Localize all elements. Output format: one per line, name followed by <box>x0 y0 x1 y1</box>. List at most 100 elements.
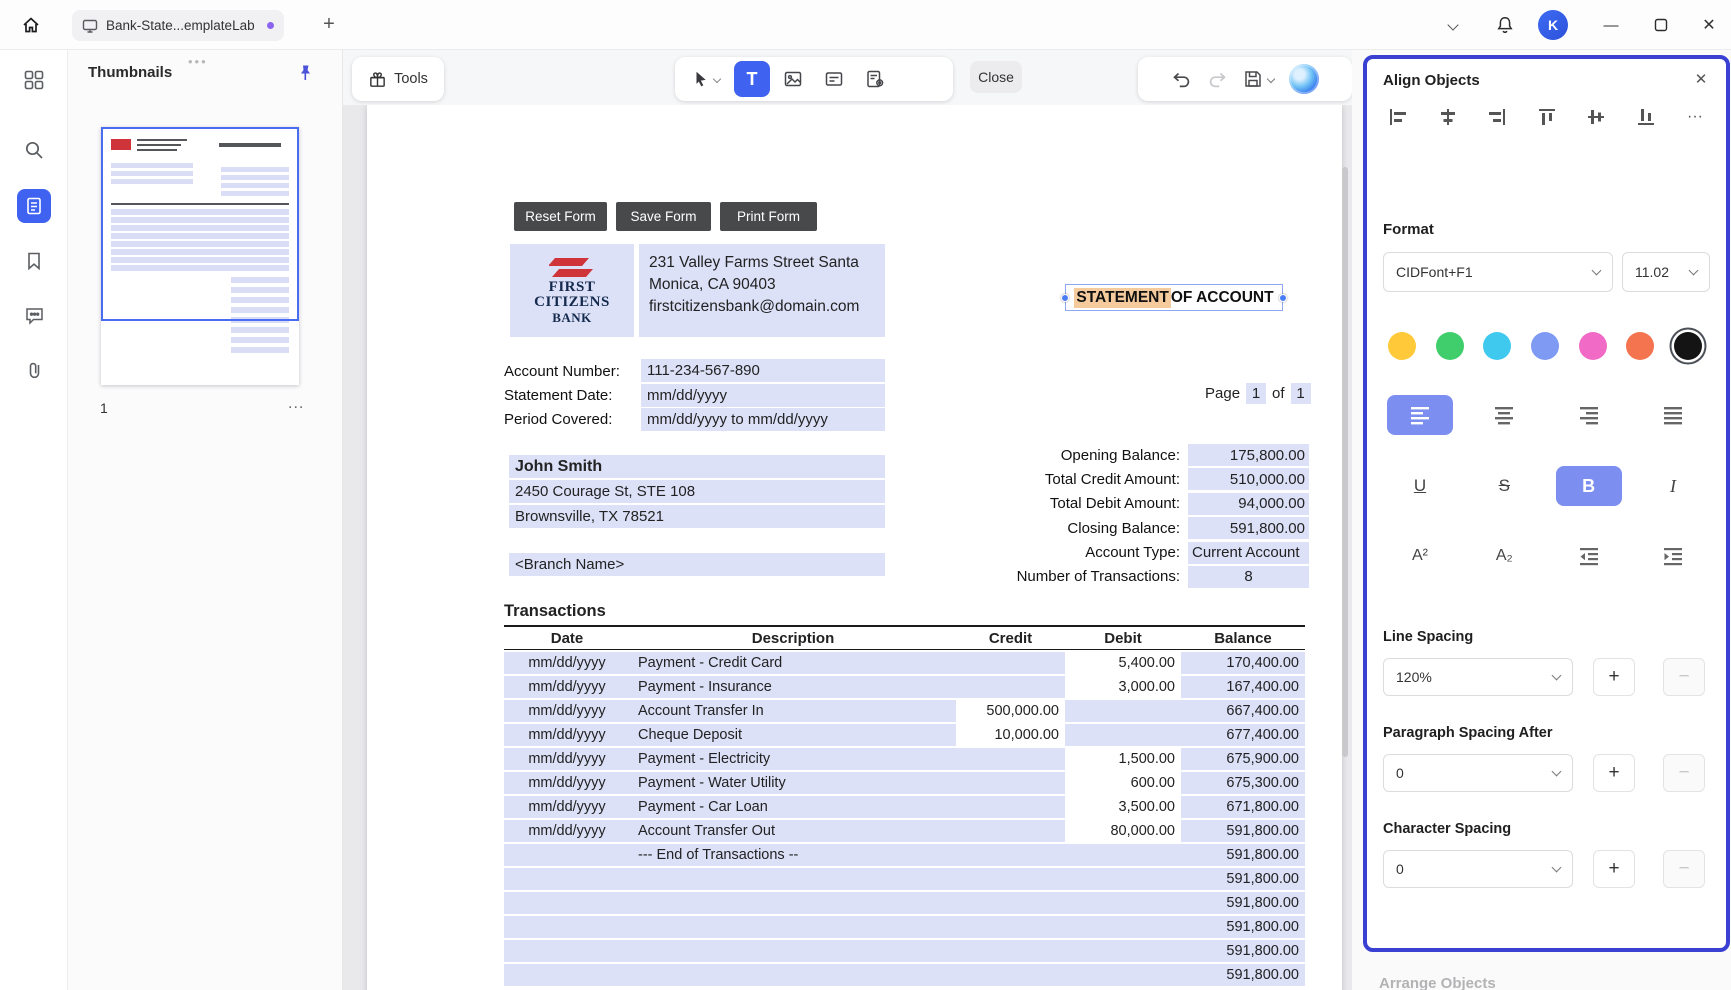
italic-button[interactable]: I <box>1639 466 1706 506</box>
summary-value-field[interactable]: 510,000.00 <box>1188 468 1309 491</box>
summary-value-field[interactable]: Current Account <box>1188 541 1309 564</box>
table-cell-field[interactable] <box>956 820 1065 842</box>
summary-value-field[interactable]: 94,000.00 <box>1188 492 1309 515</box>
summary-value-field[interactable]: 8 <box>1188 565 1309 588</box>
color-swatch-orange[interactable] <box>1626 332 1655 360</box>
table-cell-field[interactable] <box>504 940 630 962</box>
ai-assistant-button[interactable] <box>1289 64 1319 94</box>
table-cell-field[interactable]: 591,800.00 <box>1181 964 1305 986</box>
table-cell-field[interactable] <box>1065 724 1181 746</box>
more-align-options-button[interactable]: ··· <box>1682 104 1708 130</box>
table-cell-field[interactable]: 671,800.00 <box>1181 796 1305 818</box>
minimize-button[interactable]: — <box>1596 10 1626 40</box>
table-cell-field[interactable] <box>504 964 630 986</box>
table-cell-field[interactable]: 675,300.00 <box>1181 772 1305 794</box>
paragraph-spacing-select[interactable]: 0 <box>1383 754 1573 792</box>
table-cell-field[interactable] <box>630 964 956 986</box>
align-top-button[interactable] <box>1534 104 1560 130</box>
table-cell-field[interactable]: 675,900.00 <box>1181 748 1305 770</box>
statement-date-field[interactable]: mm/dd/yyyy <box>641 384 885 407</box>
page-field-tool-button[interactable] <box>857 61 893 97</box>
table-cell-field[interactable]: 10,000.00 <box>956 724 1065 746</box>
table-cell-field[interactable] <box>630 916 956 938</box>
tabs-dropdown-button[interactable] <box>1438 10 1468 40</box>
table-cell-field[interactable] <box>956 892 1065 914</box>
paragraph-spacing-increase-button[interactable]: + <box>1593 754 1635 792</box>
strikethrough-button[interactable]: S <box>1471 466 1538 506</box>
text-align-justify-button[interactable] <box>1639 395 1706 435</box>
table-cell-field[interactable]: Payment - Electricity <box>630 748 956 770</box>
table-cell-field[interactable]: 5,400.00 <box>1065 652 1181 674</box>
table-cell-field[interactable] <box>1065 892 1181 914</box>
text-align-right-button[interactable] <box>1555 395 1622 435</box>
decrease-indent-button[interactable] <box>1555 536 1622 576</box>
maximize-button[interactable] <box>1646 10 1676 40</box>
table-cell-field[interactable]: mm/dd/yyyy <box>504 724 630 746</box>
table-cell-field[interactable] <box>630 940 956 962</box>
table-cell-field[interactable]: Payment - Insurance <box>630 676 956 698</box>
table-cell-field[interactable]: 591,800.00 <box>1181 940 1305 962</box>
table-cell-field[interactable]: 591,800.00 <box>1181 844 1305 866</box>
thumbnail-more-button[interactable]: ... <box>288 395 304 413</box>
table-cell-field[interactable]: 591,800.00 <box>1181 892 1305 914</box>
table-cell-field[interactable]: 591,800.00 <box>1181 916 1305 938</box>
table-cell-field[interactable] <box>956 940 1065 962</box>
apps-grid-button[interactable] <box>17 63 51 97</box>
line-spacing-decrease-button[interactable]: − <box>1663 658 1705 696</box>
table-cell-field[interactable]: Payment - Credit Card <box>630 652 956 674</box>
table-cell-field[interactable]: Account Transfer Out <box>630 820 956 842</box>
color-swatch-cyan[interactable] <box>1483 332 1512 360</box>
customer-address1-field[interactable]: 2450 Courage St, STE 108 <box>509 480 885 503</box>
table-cell-field[interactable] <box>1065 868 1181 890</box>
total-pages-field[interactable]: 1 <box>1290 383 1311 404</box>
notifications-button[interactable] <box>1490 10 1520 40</box>
text-align-left-button[interactable] <box>1387 395 1453 435</box>
table-cell-field[interactable]: mm/dd/yyyy <box>504 820 630 842</box>
line-spacing-select[interactable]: 120% <box>1383 658 1573 696</box>
form-field-tool-button[interactable] <box>816 61 852 97</box>
page-thumbnail[interactable] <box>101 127 299 385</box>
table-cell-field[interactable] <box>956 964 1065 986</box>
table-cell-field[interactable] <box>956 844 1065 866</box>
save-button[interactable] <box>1243 69 1276 89</box>
current-page-field[interactable]: 1 <box>1246 383 1267 404</box>
table-cell-field[interactable] <box>504 844 630 866</box>
table-cell-field[interactable]: 3,500.00 <box>1065 796 1181 818</box>
table-cell-field[interactable]: 80,000.00 <box>1065 820 1181 842</box>
table-cell-field[interactable]: 591,800.00 <box>1181 820 1305 842</box>
character-spacing-decrease-button[interactable]: − <box>1663 850 1705 888</box>
close-panel-button[interactable]: ✕ <box>1690 68 1712 90</box>
color-swatch-pink[interactable] <box>1578 332 1607 360</box>
home-button[interactable] <box>14 8 48 42</box>
close-window-button[interactable]: ✕ <box>1694 10 1724 40</box>
table-cell-field[interactable] <box>1065 964 1181 986</box>
select-tool-button[interactable] <box>683 61 729 97</box>
increase-indent-button[interactable] <box>1639 536 1706 576</box>
search-button[interactable] <box>17 133 51 167</box>
superscript-button[interactable]: A² <box>1387 536 1453 576</box>
table-cell-field[interactable] <box>956 868 1065 890</box>
selection-handle-left[interactable] <box>1061 293 1069 302</box>
text-align-center-button[interactable] <box>1471 395 1538 435</box>
table-cell-field[interactable] <box>956 916 1065 938</box>
color-swatch-black[interactable] <box>1673 332 1702 360</box>
print-form-button[interactable]: Print Form <box>720 202 817 231</box>
undo-button[interactable] <box>1171 69 1192 90</box>
bookmarks-button[interactable] <box>17 244 51 278</box>
align-middle-vertical-button[interactable] <box>1583 104 1609 130</box>
align-center-horizontal-button[interactable] <box>1435 104 1461 130</box>
table-cell-field[interactable] <box>956 772 1065 794</box>
table-cell-field[interactable] <box>956 676 1065 698</box>
line-spacing-increase-button[interactable]: + <box>1593 658 1635 696</box>
color-swatch-green[interactable] <box>1435 332 1464 360</box>
table-cell-field[interactable] <box>504 868 630 890</box>
character-spacing-increase-button[interactable]: + <box>1593 850 1635 888</box>
table-cell-field[interactable] <box>1065 700 1181 722</box>
table-cell-field[interactable] <box>1065 940 1181 962</box>
selection-handle-right[interactable] <box>1279 293 1287 302</box>
image-tool-button[interactable] <box>775 61 811 97</box>
table-cell-field[interactable] <box>956 796 1065 818</box>
color-swatch-periwinkle[interactable] <box>1530 332 1559 360</box>
period-covered-field[interactable]: mm/dd/yyyy to mm/dd/yyyy <box>641 408 885 431</box>
table-cell-field[interactable]: 667,400.00 <box>1181 700 1305 722</box>
